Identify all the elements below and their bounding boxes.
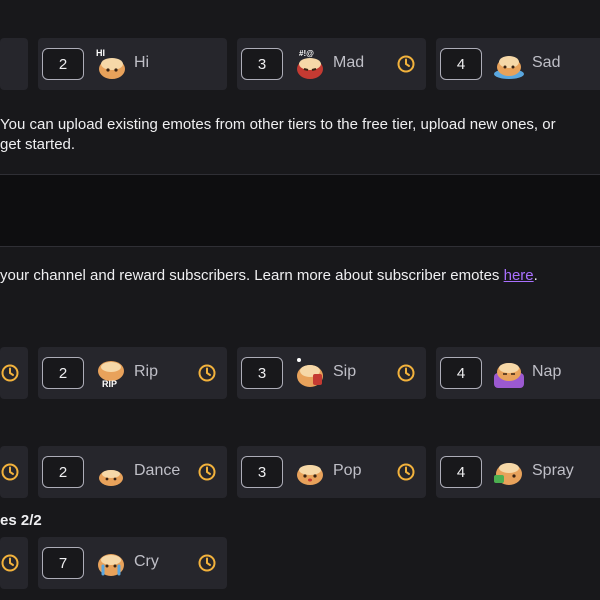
emote-card-mad[interactable]: 3 #!@ Mad [237,38,426,90]
emote-card-partial[interactable] [0,537,28,589]
slot-number: 4 [440,456,482,488]
bun-spray-emote-icon [494,463,522,485]
clock-icon [1,463,19,481]
emote-name: Pop [333,462,362,479]
emote-card-hi[interactable]: 2 HI Hi [38,38,227,90]
svg-text:#!@: #!@ [299,49,314,58]
bun-rip-emote-icon: RIP [98,361,124,389]
emote-card-rip[interactable]: 2 RIP Rip [38,347,227,399]
slot-number: 7 [42,547,84,579]
emote-card-partial[interactable] [0,38,28,90]
subscriber-info-end: . [533,267,538,284]
emote-card-dance[interactable]: 2 Dance [38,446,227,498]
slot-number: 4 [440,357,482,389]
clock-icon [1,364,19,382]
bun-pop-emote-icon [297,465,323,485]
emote-card-partial[interactable] [0,347,28,399]
slot-number: 2 [42,357,84,389]
clock-icon [198,463,216,481]
emote-name: Hi [134,54,150,71]
clock-icon [198,554,216,572]
subscriber-info-text: your channel and reward subscribers. Lea… [0,267,538,284]
subscriber-info-body: your channel and reward subscribers. Lea… [0,267,500,284]
bun-mad-emote-icon: #!@ [297,49,323,79]
emote-card-spray[interactable]: 4 Spray [436,446,600,498]
slot-number: 3 [241,456,283,488]
bun-dance-emote-icon [99,470,123,486]
emote-name: Nap [532,363,562,380]
clock-icon [397,55,415,73]
learn-more-link[interactable]: here [504,267,534,284]
svg-text:HI: HI [96,48,105,58]
clock-icon [1,554,19,572]
section-divider-band [0,174,600,247]
section-label: es 2/2 [0,512,42,529]
svg-text:RIP: RIP [102,379,117,389]
emote-name: Mad [333,54,365,71]
subscriber-emote-row-2: 2 Dance 3 Pop 4 Spray [0,446,600,498]
emote-card-nap[interactable]: 4 Nap [436,347,600,399]
emote-name: Spray [532,462,574,479]
free-tier-info-line2: get started. [0,136,76,153]
slot-number: 2 [42,48,84,80]
subscriber-emote-row-1: 2 RIP Rip 3 Sip 4 Nap [0,347,600,399]
emote-name: Cry [134,553,159,570]
clock-icon [397,364,415,382]
emote-name: Sip [333,363,357,380]
emote-card-sip[interactable]: 3 Sip [237,347,426,399]
bun-sad-emote-icon [494,56,524,79]
slot-number: 3 [241,357,283,389]
bun-nap-emote-icon [494,363,524,388]
emote-card-partial[interactable] [0,446,28,498]
bun-sip-emote-icon [297,358,323,387]
slot-number: 3 [241,48,283,80]
clock-icon [397,463,415,481]
emote-name: Dance [134,462,181,479]
emote-name: Rip [134,363,159,380]
emote-card-cry[interactable]: 7 Cry [38,537,227,589]
slot-number: 4 [440,48,482,80]
free-emote-row: 2 HI Hi 3 #!@ Mad 4 Sad [0,38,600,90]
emote-card-pop[interactable]: 3 Pop [237,446,426,498]
emote-card-sad[interactable]: 4 Sad [436,38,600,90]
emote-name: Sad [532,54,561,71]
bun-hi-emote-icon: HI [96,48,125,79]
subscriber-emote-row-3: 7 Cry [0,537,600,589]
free-tier-info-line1: You can upload existing emotes from othe… [0,116,556,133]
bun-cry-emote-icon [98,554,124,576]
clock-icon [198,364,216,382]
slot-number: 2 [42,456,84,488]
